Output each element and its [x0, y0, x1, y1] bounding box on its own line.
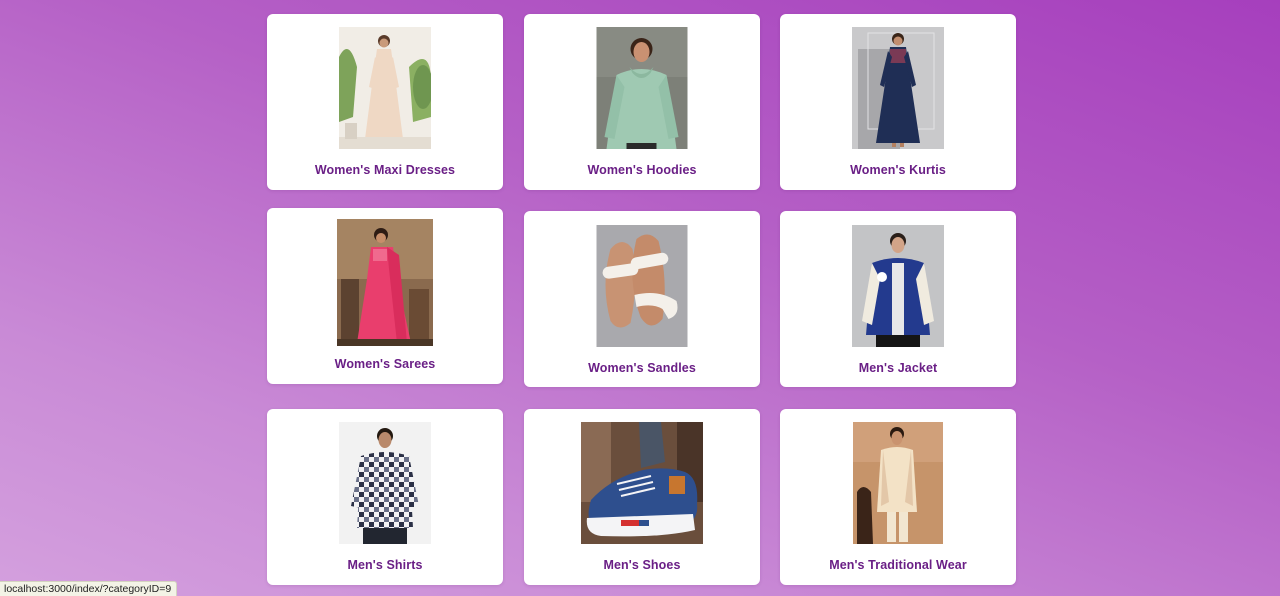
category-card-womens-kurtis[interactable]: Women's Kurtis — [780, 14, 1016, 190]
jacket-image — [852, 225, 944, 347]
category-label: Men's Traditional Wear — [829, 558, 967, 572]
category-card-mens-shoes[interactable]: Men's Shoes — [524, 409, 760, 585]
category-label: Men's Shirts — [347, 558, 423, 572]
category-card-womens-sarees[interactable]: Women's Sarees — [267, 208, 503, 384]
shirt-image — [339, 422, 431, 544]
category-card-womens-hoodies[interactable]: Women's Hoodies — [524, 14, 760, 190]
category-card-mens-jacket[interactable]: Men's Jacket — [780, 211, 1016, 387]
browser-status-bar: localhost:3000/index/?categoryID=9 — [0, 581, 178, 596]
category-card-womens-maxi-dresses[interactable]: Women's Maxi Dresses — [267, 14, 503, 190]
category-label: Men's Shoes — [603, 558, 681, 572]
category-card-womens-sandles[interactable]: Women's Sandles — [524, 211, 760, 387]
shoes-image — [581, 422, 703, 544]
sandal-image — [596, 225, 688, 347]
category-label: Women's Sarees — [334, 357, 436, 371]
category-label: Men's Jacket — [858, 361, 938, 375]
category-label: Women's Hoodies — [587, 163, 697, 177]
traditional-wear-image — [853, 422, 943, 544]
category-card-mens-shirts[interactable]: Men's Shirts — [267, 409, 503, 585]
category-label: Women's Kurtis — [850, 163, 946, 177]
category-card-mens-traditional-wear[interactable]: Men's Traditional Wear — [780, 409, 1016, 585]
saree-image — [337, 219, 433, 346]
kurti-image — [852, 27, 944, 149]
hoodie-image — [596, 27, 688, 149]
category-label: Women's Sandles — [588, 361, 696, 375]
maxi-dress-image — [339, 27, 431, 149]
category-label: Women's Maxi Dresses — [314, 163, 456, 177]
